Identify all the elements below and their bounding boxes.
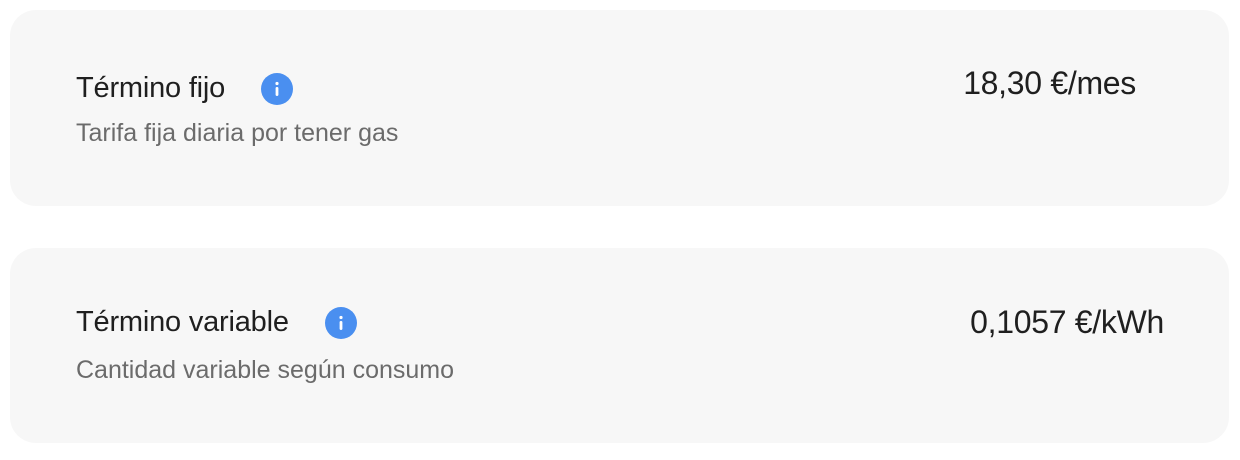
variable-term-price: 0,1057 €/kWh [970, 304, 1164, 340]
variable-term-card: Término variable Cantidad variable según… [10, 248, 1229, 443]
variable-term-title-row: Término variable [76, 304, 357, 340]
info-icon[interactable] [324, 307, 357, 339]
fixed-term-title-row: Término fijo [76, 70, 294, 106]
info-icon[interactable] [261, 73, 294, 105]
fixed-term-title: Término fijo [76, 72, 226, 104]
variable-term-subtitle: Cantidad variable según consumo [76, 356, 455, 384]
fixed-term-price: 18,30 €/mes [963, 65, 1136, 101]
variable-term-title: Término variable [76, 306, 289, 338]
fixed-term-subtitle: Tarifa fija diaria por tener gas [76, 119, 399, 147]
fixed-term-card: Término fijo Tarifa fija diaria por tene… [10, 10, 1229, 206]
